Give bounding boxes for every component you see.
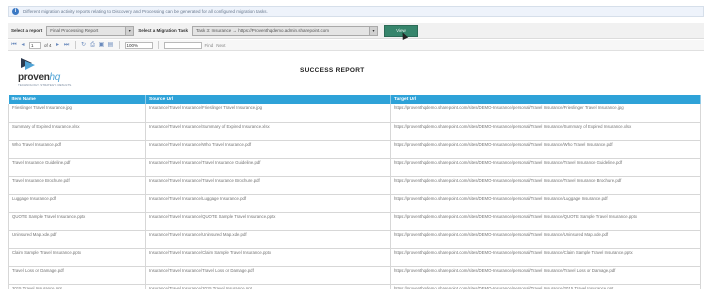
zoom-select[interactable]: 100% xyxy=(124,41,153,49)
target-url-cell: https://proventhqdemo.sharepoint.com/sit… xyxy=(390,284,701,289)
source-url-cell: Insurance/Travel Insurance/Travel Insura… xyxy=(145,158,391,177)
column-header-item-name: Item Name xyxy=(8,95,146,104)
table-row: Summary of Expired Insurance.xlsx Insuran… xyxy=(8,122,701,141)
print-icon[interactable]: ⎙ xyxy=(90,42,96,48)
report-select[interactable]: Final Processing Report ▾ xyxy=(46,25,135,36)
item-name-cell: Travel Insurance Brochure.pdf xyxy=(8,176,146,195)
item-name-cell: Summary of Expired Insurance.xlsx xyxy=(8,122,146,141)
provenhq-logo: provenhq TECHNOLOGY. STRATEGY. RESULTS. xyxy=(18,57,78,87)
table-row: Claim Sample Travel Insurance.pptx Insura… xyxy=(8,248,701,267)
task-select-value: Task 3: Insurance → https://Proventhqdem… xyxy=(195,27,330,33)
column-header-target-url: Target Url xyxy=(390,95,701,104)
logo-tagline: TECHNOLOGY. STRATEGY. RESULTS. xyxy=(18,83,72,87)
table-row: QUOTE Sample Travel Insurance.pptx Insura… xyxy=(8,212,701,231)
target-url-cell: https://proventhqdemo.sharepoint.com/sit… xyxy=(390,104,701,123)
chevron-down-icon[interactable]: ▾ xyxy=(125,26,134,35)
first-page-icon[interactable]: ⏮ xyxy=(11,42,17,48)
item-name-cell: Uninsured Map.xde.pdf xyxy=(8,230,146,249)
next-link[interactable]: Next xyxy=(216,43,225,48)
report-select-value: Final Processing Report xyxy=(50,27,99,33)
table-row: Travel Loss or Damage.pdf Insurance/Trave… xyxy=(8,266,701,285)
table-body: Frieslinger Travel Insurance.jpg Insuranc… xyxy=(8,104,701,289)
source-url-cell: Insurance/Travel Insurance/Travel Insura… xyxy=(145,176,391,195)
export-icon[interactable]: ▣ xyxy=(99,42,105,48)
toolbar-divider xyxy=(118,41,120,49)
find-link[interactable]: Find xyxy=(205,43,214,48)
info-banner: i Different migration activity reports r… xyxy=(8,6,704,17)
toolbar-divider xyxy=(74,41,76,49)
source-url-cell: Insurance/Travel Insurance/Claim Sample … xyxy=(145,248,391,267)
table-row: Travel Insurance Brochure.pdf Insurance/T… xyxy=(8,176,701,195)
logo-word-main: proven xyxy=(18,72,50,83)
item-name-cell: Luggage Insurance.pdf xyxy=(8,194,146,213)
target-url-cell: https://proventhqdemo.sharepoint.com/sit… xyxy=(390,230,701,249)
source-url-cell: Insurance/Travel Insurance/Frieslinger T… xyxy=(145,104,391,123)
info-text: Different migration activity reports rel… xyxy=(23,9,268,14)
logo-mark-icon xyxy=(21,58,35,70)
table-row: Who Travel Insurance.pdf Insurance/Travel… xyxy=(8,140,701,159)
toolbar-divider xyxy=(157,41,159,49)
item-name-cell: Frieslinger Travel Insurance.jpg xyxy=(8,104,146,123)
target-url-cell: https://proventhqdemo.sharepoint.com/sit… xyxy=(390,140,701,159)
target-url-cell: https://proventhqdemo.sharepoint.com/sit… xyxy=(390,212,701,231)
item-name-cell: Travel Insurance Guideline.pdf xyxy=(8,158,146,177)
page-count: of 4 xyxy=(44,42,52,48)
source-url-cell: Insurance/Travel Insurance/Luggage Insur… xyxy=(145,194,391,213)
last-page-icon[interactable]: ⏭ xyxy=(64,42,70,48)
chevron-down-icon[interactable]: ▾ xyxy=(368,26,377,35)
report-select-label: Select a report xyxy=(11,28,43,33)
target-url-cell: https://proventhqdemo.sharepoint.com/sit… xyxy=(390,194,701,213)
item-name-cell: Claim Sample Travel Insurance.pptx xyxy=(8,248,146,267)
source-url-cell: Insurance/Travel Insurance/Uninsured Map… xyxy=(145,230,391,249)
target-url-cell: https://proventhqdemo.sharepoint.com/sit… xyxy=(390,122,701,141)
source-url-cell: Insurance/Travel Insurance/2015 Travel I… xyxy=(145,284,391,289)
item-name-cell: QUOTE Sample Travel Insurance.pptx xyxy=(8,212,146,231)
item-name-cell: Travel Loss or Damage.pdf xyxy=(8,266,146,285)
column-header-source-url: Source Url xyxy=(145,95,391,104)
prev-page-icon[interactable]: ◂ xyxy=(20,42,26,48)
logo-word-accent: hq xyxy=(49,72,61,83)
target-url-cell: https://proventhqdemo.sharepoint.com/sit… xyxy=(390,266,701,285)
page-number-input[interactable]: 1 xyxy=(29,41,41,49)
source-url-cell: Insurance/Travel Insurance/Travel Loss o… xyxy=(145,266,391,285)
report-viewer-window: i Different migration activity reports r… xyxy=(0,0,712,289)
print-layout-icon[interactable]: ▤ xyxy=(108,42,114,48)
source-url-cell: Insurance/Travel Insurance/Who Travel In… xyxy=(145,140,391,159)
target-url-cell: https://proventhqdemo.sharepoint.com/sit… xyxy=(390,176,701,195)
info-icon: i xyxy=(12,8,19,15)
report-title: SUCCESS REPORT xyxy=(300,67,365,74)
task-select[interactable]: Task 3: Insurance → https://Proventhqdem… xyxy=(191,25,378,36)
logo-wordmark: provenhq xyxy=(18,72,60,83)
success-report-table: Item Name Source Url Target Url Frieslin… xyxy=(8,95,701,289)
next-page-icon[interactable]: ▸ xyxy=(55,42,61,48)
source-url-cell: Insurance/Travel Insurance/QUOTE Sample … xyxy=(145,212,391,231)
report-toolbar: ⏮ ◂ 1 of 4 ▸ ⏭ ↻ ⎙ ▣ ▤ 100% Find Next xyxy=(8,40,704,51)
mouse-cursor-icon xyxy=(399,30,409,40)
table-row: Luggage Insurance.pdf Insurance/Travel In… xyxy=(8,194,701,213)
refresh-icon[interactable]: ↻ xyxy=(81,42,87,48)
report-selector-bar: Select a report Final Processing Report … xyxy=(8,23,704,40)
item-name-cell: Who Travel Insurance.pdf xyxy=(8,140,146,159)
table-row: Frieslinger Travel Insurance.jpg Insuranc… xyxy=(8,104,701,123)
target-url-cell: https://proventhqdemo.sharepoint.com/sit… xyxy=(390,158,701,177)
view-report-button[interactable]: View xyxy=(383,24,418,40)
table-row: Travel Insurance Guideline.pdf Insurance/… xyxy=(8,158,701,177)
find-input[interactable] xyxy=(163,41,202,49)
target-url-cell: https://proventhqdemo.sharepoint.com/sit… xyxy=(390,248,701,267)
task-select-label: Select a Migration Task xyxy=(138,28,188,33)
table-header-row: Item Name Source Url Target Url xyxy=(8,95,701,104)
table-row: Uninsured Map.xde.pdf Insurance/Travel In… xyxy=(8,230,701,249)
table-row: 2015 Travel Insurance.ppt Insurance/Trave… xyxy=(8,284,701,289)
source-url-cell: Insurance/Travel Insurance/Summary of Ex… xyxy=(145,122,391,141)
item-name-cell: 2015 Travel Insurance.ppt xyxy=(8,284,146,289)
